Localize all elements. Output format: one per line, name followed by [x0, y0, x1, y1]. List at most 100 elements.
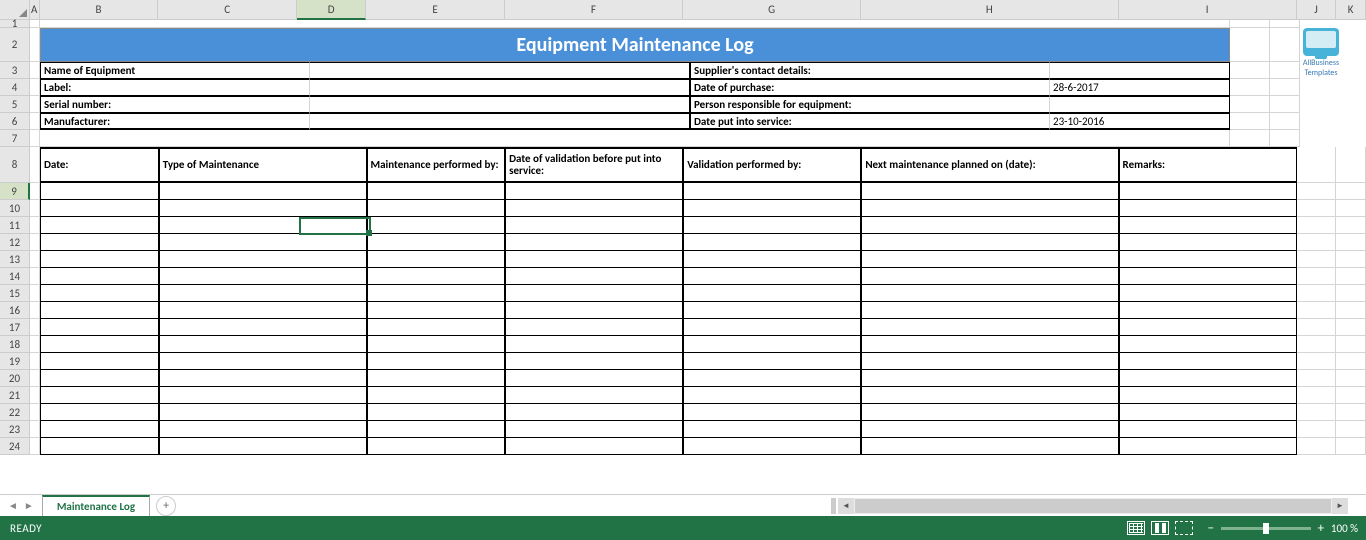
table-cell[interactable] — [505, 387, 683, 404]
th-type[interactable]: Type of Maintenance — [159, 147, 367, 183]
table-cell[interactable] — [505, 234, 683, 251]
table-cell[interactable] — [159, 285, 367, 302]
table-cell[interactable] — [683, 353, 861, 370]
cell[interactable] — [30, 387, 40, 404]
zoom-slider-handle[interactable] — [1263, 523, 1269, 534]
table-cell[interactable] — [683, 319, 861, 336]
col-header-H[interactable]: H — [861, 0, 1118, 20]
table-cell[interactable] — [683, 404, 861, 421]
table-cell[interactable] — [159, 183, 367, 200]
cell[interactable] — [1230, 96, 1270, 113]
table-cell[interactable] — [505, 251, 683, 268]
cell[interactable] — [30, 404, 40, 421]
row-header-12[interactable]: 12 — [0, 234, 30, 251]
table-cell[interactable] — [40, 404, 159, 421]
cell[interactable] — [1297, 268, 1337, 285]
info-value[interactable]: 28-6-2017 — [1050, 79, 1230, 96]
cell[interactable] — [1336, 370, 1366, 387]
table-cell[interactable] — [159, 200, 367, 217]
table-cell[interactable] — [40, 336, 159, 353]
col-header-I[interactable]: I — [1119, 0, 1297, 20]
table-cell[interactable] — [505, 200, 683, 217]
sheet-tab-maintenance-log[interactable]: Maintenance Log — [42, 495, 150, 516]
scroll-left-icon[interactable]: ◄ — [838, 498, 854, 514]
table-cell[interactable] — [367, 183, 506, 200]
cell[interactable] — [1270, 96, 1300, 113]
cell[interactable] — [1336, 421, 1366, 438]
table-cell[interactable] — [505, 217, 683, 234]
zoom-label[interactable]: 100 % — [1331, 522, 1358, 535]
table-cell[interactable] — [367, 370, 506, 387]
table-cell[interactable] — [367, 336, 506, 353]
cell[interactable] — [40, 20, 1230, 28]
row-header-1[interactable]: 1 — [0, 20, 30, 28]
cell[interactable] — [1230, 113, 1270, 130]
table-cell[interactable] — [367, 302, 506, 319]
table-cell[interactable] — [40, 438, 159, 455]
cell[interactable] — [1336, 387, 1366, 404]
cell[interactable] — [1297, 438, 1337, 455]
table-cell[interactable] — [683, 200, 861, 217]
table-cell[interactable] — [40, 251, 159, 268]
cell[interactable] — [1336, 251, 1366, 268]
cell[interactable] — [1297, 336, 1337, 353]
col-header-G[interactable]: G — [683, 0, 861, 20]
th-validation-date[interactable]: Date of validation before put into servi… — [505, 147, 683, 183]
table-cell[interactable] — [861, 438, 1118, 455]
row-header-8[interactable]: 8 — [0, 147, 30, 183]
cell[interactable] — [1336, 336, 1366, 353]
cell[interactable] — [1336, 147, 1366, 183]
zoom-in-button[interactable]: + — [1315, 521, 1327, 536]
row-header-3[interactable]: 3 — [0, 62, 30, 79]
th-remarks[interactable]: Remarks: — [1119, 147, 1297, 183]
table-cell[interactable] — [1119, 217, 1297, 234]
cell[interactable] — [1336, 268, 1366, 285]
table-cell[interactable] — [159, 336, 367, 353]
col-header-D[interactable]: D — [297, 0, 366, 20]
info-label[interactable]: Label: — [40, 79, 310, 96]
table-cell[interactable] — [159, 387, 367, 404]
row-header-4[interactable]: 4 — [0, 79, 30, 96]
info-value[interactable] — [310, 79, 690, 96]
th-next-maint[interactable]: Next maintenance planned on (date): — [861, 147, 1118, 183]
cell[interactable] — [30, 421, 40, 438]
row-header-9[interactable]: 9 — [0, 183, 30, 200]
table-cell[interactable] — [683, 387, 861, 404]
table-cell[interactable] — [861, 404, 1118, 421]
zoom-slider[interactable] — [1221, 527, 1311, 530]
cell[interactable] — [30, 62, 40, 79]
cell[interactable] — [30, 285, 40, 302]
cell[interactable] — [1297, 183, 1337, 200]
table-cell[interactable] — [159, 353, 367, 370]
table-cell[interactable] — [861, 200, 1118, 217]
cell[interactable] — [30, 217, 40, 234]
cell[interactable] — [1336, 217, 1366, 234]
cell[interactable] — [30, 96, 40, 113]
col-header-K[interactable]: K — [1336, 0, 1366, 20]
table-cell[interactable] — [40, 200, 159, 217]
table-cell[interactable] — [1119, 336, 1297, 353]
table-cell[interactable] — [40, 234, 159, 251]
row-header-21[interactable]: 21 — [0, 387, 30, 404]
cell[interactable] — [1230, 62, 1270, 79]
row-header-24[interactable]: 24 — [0, 438, 30, 455]
th-date[interactable]: Date: — [40, 147, 159, 183]
cell[interactable] — [1297, 353, 1337, 370]
page-layout-view-icon[interactable] — [1151, 521, 1169, 535]
col-header-J[interactable]: J — [1297, 0, 1337, 20]
table-cell[interactable] — [1119, 200, 1297, 217]
cell[interactable] — [1270, 130, 1300, 147]
table-cell[interactable] — [159, 404, 367, 421]
table-cell[interactable] — [40, 302, 159, 319]
table-cell[interactable] — [683, 302, 861, 319]
table-cell[interactable] — [1119, 285, 1297, 302]
cell[interactable] — [1297, 370, 1337, 387]
table-cell[interactable] — [683, 421, 861, 438]
table-cell[interactable] — [861, 268, 1118, 285]
row-header-2[interactable]: 2 — [0, 28, 30, 62]
table-cell[interactable] — [159, 302, 367, 319]
table-cell[interactable] — [1119, 387, 1297, 404]
table-cell[interactable] — [861, 353, 1118, 370]
cell[interactable] — [1336, 183, 1366, 200]
cell[interactable] — [30, 268, 40, 285]
